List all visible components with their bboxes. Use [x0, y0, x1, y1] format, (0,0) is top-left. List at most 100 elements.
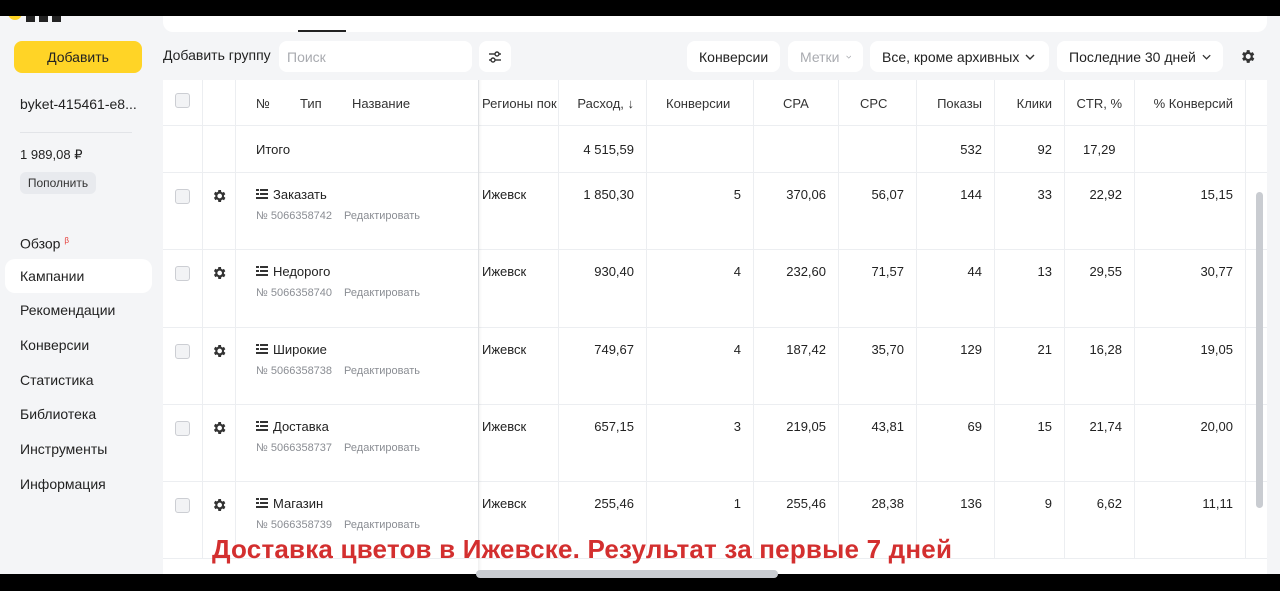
beta-badge: β — [64, 236, 69, 245]
conversions-filter-button[interactable]: Конверсии — [687, 41, 781, 72]
horizontal-scrollbar[interactable] — [476, 570, 778, 578]
header-regions[interactable]: Регионы пок — [482, 96, 557, 111]
header-clicks[interactable]: Клики — [1017, 96, 1052, 111]
edit-link[interactable]: Редактировать — [344, 287, 420, 299]
sidebar-item-statistics[interactable]: Статистика — [0, 363, 160, 398]
row-checkbox[interactable] — [175, 266, 190, 282]
search-input[interactable] — [279, 41, 472, 72]
clicks-value: 13 — [1037, 264, 1052, 280]
campaign-name-link[interactable]: Доставка — [256, 419, 329, 434]
top-tabs-strip — [163, 16, 1267, 32]
conversions-value: 5 — [733, 187, 741, 202]
edit-link[interactable]: Редактировать — [344, 519, 420, 531]
campaign-name-link[interactable]: Магазин — [256, 496, 323, 511]
region-value: Ижевск — [482, 264, 527, 280]
status-filter-dropdown[interactable]: Все, кроме архивных — [870, 41, 1049, 72]
account-name[interactable]: byket-415461-e8... — [20, 96, 137, 112]
period-dropdown[interactable]: Последние 30 дней — [1057, 41, 1223, 72]
cpc-value: 43,81 — [871, 418, 904, 434]
edit-link[interactable]: Редактировать — [344, 442, 420, 454]
row-checkbox[interactable] — [175, 498, 190, 514]
ctr-value: 22,92 — [1089, 187, 1122, 202]
edit-link[interactable]: Редактировать — [344, 365, 420, 377]
sidebar-item-label: Кампании — [20, 267, 85, 284]
row-settings-button[interactable] — [211, 265, 227, 284]
row-checkbox[interactable] — [175, 420, 190, 436]
table-row[interactable]: Заказать № 5066358742 Редактировать Ижевск 1… — [163, 173, 1267, 251]
total-label: Итого — [256, 142, 291, 157]
conversions-value: 1 — [733, 496, 741, 512]
gear-icon — [1241, 50, 1254, 63]
sidebar: Добавить byket-415461-e8... 1 989,08 ₽ П… — [0, 16, 160, 574]
campaign-type-icon — [256, 343, 268, 354]
ctr-value: 16,28 — [1089, 341, 1122, 357]
row-checkbox[interactable] — [175, 189, 190, 204]
header-ctr[interactable]: CTR, % — [1077, 96, 1123, 111]
spend-value: 657,15 — [594, 418, 634, 434]
header-cpa[interactable]: CPA — [783, 96, 809, 111]
add-group-button[interactable]: Добавить группу — [163, 47, 271, 63]
row-settings-button[interactable] — [211, 343, 227, 362]
campaign-id: № 5066358737 — [256, 441, 333, 454]
gear-icon — [213, 421, 226, 434]
header-conversions[interactable]: Конверсии — [666, 96, 730, 111]
edit-link[interactable]: Редактировать — [344, 210, 420, 222]
header-spend[interactable]: Расход, ↓ — [577, 96, 634, 111]
sidebar-item-tools[interactable]: Инструменты — [0, 432, 160, 467]
campaign-name-link[interactable]: Недорого — [256, 264, 330, 279]
row-settings-button[interactable] — [211, 420, 227, 439]
sidebar-nav: Обзор β Кампании Рекомендации Конверсии … — [0, 224, 160, 502]
topup-button[interactable]: Пополнить — [20, 172, 96, 194]
sidebar-item-label: Рекомендации — [20, 302, 116, 319]
conv-rate-value: 11,11 — [1202, 496, 1233, 512]
campaign-type-icon — [256, 266, 268, 277]
sidebar-item-conversions[interactable]: Конверсии — [0, 328, 160, 363]
ctr-value: 6,62 — [1096, 496, 1122, 512]
header-cpc[interactable]: CPC — [860, 96, 887, 111]
table-row[interactable]: Доставка № 5066358737 Редактировать Ижевск 6… — [163, 404, 1267, 483]
gear-icon — [213, 190, 226, 202]
cpc-value: 71,57 — [871, 264, 904, 280]
total-spend: 4 515,59 — [583, 142, 634, 157]
table-settings-button[interactable] — [1231, 41, 1263, 72]
add-button[interactable]: Добавить — [14, 41, 142, 73]
campaign-type-icon — [256, 189, 268, 199]
campaign-name-link[interactable]: Широкие — [256, 342, 327, 357]
chevron-down-icon — [1025, 54, 1035, 60]
region-value: Ижевск — [482, 418, 527, 434]
header-type[interactable]: Тип — [300, 96, 322, 111]
row-settings-button[interactable] — [211, 497, 227, 516]
clicks-value: 15 — [1037, 418, 1052, 434]
filter-settings-button[interactable] — [479, 41, 511, 72]
tags-dropdown[interactable]: Метки — [788, 41, 863, 72]
header-impressions[interactable]: Показы — [937, 96, 982, 111]
sliders-icon — [489, 50, 501, 63]
header-name[interactable]: Название — [352, 96, 410, 111]
chevron-down-icon — [1202, 54, 1211, 60]
region-value: Ижевск — [482, 187, 527, 202]
sidebar-item-info[interactable]: Информация — [0, 467, 160, 502]
header-num[interactable]: № — [256, 96, 270, 111]
table-row[interactable]: Широкие № 5066358738 Редактировать Ижевск 74… — [163, 327, 1267, 405]
campaign-type-icon — [256, 420, 268, 431]
vertical-scrollbar[interactable] — [1256, 192, 1263, 508]
table-row[interactable]: Недорого № 5066358740 Редактировать Ижевск 9… — [163, 250, 1267, 328]
row-checkbox[interactable] — [175, 343, 190, 359]
conversions-filter-label: Конверсии — [699, 48, 769, 65]
clicks-value: 33 — [1037, 187, 1052, 202]
row-settings-button[interactable] — [211, 188, 227, 207]
select-all-checkbox[interactable] — [175, 93, 190, 108]
sidebar-item-recommendations[interactable]: Рекомендации — [0, 293, 160, 328]
sidebar-item-overview[interactable]: Обзор β — [0, 224, 160, 259]
sidebar-item-library[interactable]: Библиотека — [0, 397, 160, 432]
sidebar-item-label: Информация — [20, 475, 106, 492]
sticky-column-shadow — [478, 80, 482, 574]
cpa-value: 255,46 — [786, 496, 826, 512]
header-conv-rate[interactable]: % Конверсий — [1154, 96, 1233, 111]
sidebar-item-campaigns[interactable]: Кампании — [5, 258, 152, 294]
spend-value: 255,46 — [594, 496, 634, 512]
ctr-value: 21,74 — [1089, 418, 1122, 434]
impressions-value: 136 — [960, 496, 982, 512]
campaign-name: Широкие — [273, 341, 327, 357]
campaign-name-link[interactable]: Заказать — [256, 187, 327, 202]
